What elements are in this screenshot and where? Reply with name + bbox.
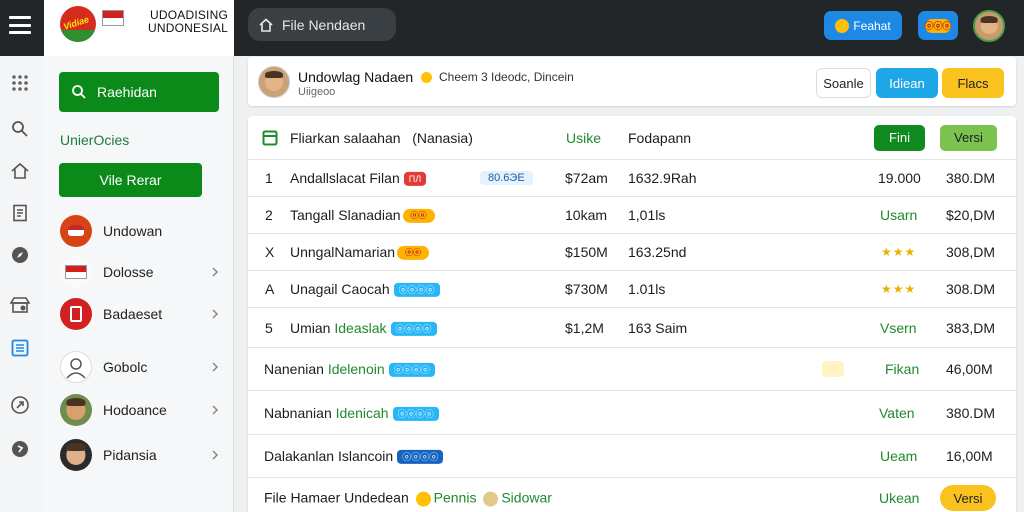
sidebar: Raehidan UnierOcies Vile Rerar Undowan D…	[44, 56, 234, 512]
status-badge: ПЛ	[403, 172, 427, 187]
status-badge: ⓞⓞⓞⓞ	[397, 450, 444, 465]
status-badge: ⓞⓞⓞⓞ	[390, 321, 437, 336]
note-icon	[822, 361, 844, 377]
home-icon	[259, 17, 273, 32]
star-rating-icon: ★★★	[881, 282, 917, 296]
avatar	[60, 394, 92, 426]
table-header-row: Fliarkan salaahan (Nanasia) Usike Fodapa…	[248, 116, 1016, 160]
brand-area: Vidiae UDOADISING UNDONESIAL	[44, 0, 234, 56]
primary-button[interactable]: Idiean	[876, 68, 938, 98]
table-row[interactable]: 5 Umian Ideaslak ⓞⓞⓞⓞ $1,2M 163 Saim Vser…	[248, 308, 1016, 348]
compass-icon[interactable]	[9, 244, 31, 266]
avatar	[60, 439, 92, 471]
secondary-button[interactable]: Flacs	[942, 68, 1004, 98]
page-subtitle: Cheem 3 Ideodc, Dincein	[418, 70, 574, 84]
emoji-badge-icon: ⓞⓞⓞ	[925, 18, 952, 33]
sidebar-item-label: Pidansia	[103, 447, 157, 463]
document-icon[interactable]	[9, 202, 31, 224]
column-header-name: Fliarkan salaahan (Nanasia)	[290, 129, 473, 146]
table-icon	[262, 130, 278, 145]
sidebar-item-pidansia[interactable]: Pidansia	[60, 437, 220, 473]
chevron-right-icon	[212, 362, 219, 372]
sidebar-heading: UnierOcies	[60, 132, 130, 148]
avatar	[60, 351, 92, 383]
status-badge: ⓞⓞⓞⓞ	[393, 283, 440, 298]
column-header-type: Usike	[566, 129, 602, 146]
grid-icon[interactable]	[9, 72, 31, 94]
sidebar-item-label: Gobolc	[103, 359, 148, 375]
sidebar-item-label: Hodoance	[103, 402, 167, 418]
sidebar-item-label: Dolosse	[103, 264, 154, 280]
sidebar-item-hodoance[interactable]: Hodoance	[60, 392, 220, 428]
table-row[interactable]: 2 Tangall Slanadian ⓞⓞ 10kam 1,01ls Usarn…	[248, 197, 1016, 234]
avatar	[60, 298, 92, 330]
profile-header: Undowlag Nadaen Cheem 3 Ideodc, Dincein …	[248, 57, 1016, 106]
status-text: Usarn	[880, 207, 918, 223]
second-button[interactable]: Versi	[940, 124, 997, 151]
icon-rail	[0, 56, 44, 512]
home-icon[interactable]	[9, 160, 31, 182]
user-avatar[interactable]	[973, 10, 1005, 42]
coin-icon	[835, 18, 850, 33]
status-text: Vsern	[880, 319, 917, 336]
sidebar-item-dolosse[interactable]: Dolosse	[60, 254, 220, 290]
sidebar-item-label: Badaeset	[103, 306, 163, 322]
avatar	[60, 215, 92, 247]
info-icon[interactable]	[9, 438, 31, 460]
status-text: Ukean	[879, 490, 920, 506]
emoji-icon: ⓞⓞ	[397, 246, 430, 261]
version-button[interactable]: Versi	[940, 485, 996, 511]
chevron-right-icon	[212, 309, 219, 319]
star-rating-icon: ★★★	[881, 245, 917, 259]
sidebar-item-badaeset[interactable]: Badaeset	[60, 296, 220, 332]
table-row[interactable]: Nabnanian Idenicah ⓞⓞⓞⓞ Vaten 380.DM	[248, 391, 1016, 435]
shop-icon[interactable]	[9, 294, 31, 316]
emoji-icon: ⓞⓞ	[402, 209, 435, 224]
sidebar-item-undowan[interactable]: Undowan	[60, 213, 220, 249]
table-row[interactable]: Dalakanlan Islancoin ⓞⓞⓞⓞ Ueam 16,00M	[248, 435, 1016, 478]
table-row[interactable]: A Unagail Caocah ⓞⓞⓞⓞ $730M 1.01ls ★★★ 30…	[248, 271, 1016, 308]
avatar	[60, 256, 92, 288]
table-row[interactable]: Nanenian Idelenoin ⓞⓞⓞⓞ Fikan 46,00M	[248, 348, 1016, 391]
search-icon	[72, 85, 86, 99]
chevron-right-icon	[212, 405, 219, 415]
search-button[interactable]: Soanle	[816, 68, 871, 98]
avatar[interactable]	[258, 66, 290, 98]
page-meta: Uiigeoo	[298, 86, 336, 98]
data-table: Fliarkan salaahan (Nanasia) Usike Fodapa…	[248, 116, 1016, 512]
share-icon[interactable]	[9, 394, 31, 416]
table-row[interactable]: X UnngalNamarian ⓞⓞ $150M 163.25nd ★★★ 30…	[248, 234, 1016, 271]
view-button[interactable]: Vile Rerar	[59, 163, 202, 197]
brand-logo[interactable]: Vidiae	[60, 6, 96, 42]
chevron-right-icon	[212, 267, 219, 277]
column-header-details: Fodapann	[628, 129, 692, 146]
breadcrumb-text: File Nendaen	[282, 16, 366, 33]
menu-icon[interactable]	[8, 14, 32, 36]
top-bar: Vidiae UDOADISING UNDONESIAL File Nendae…	[0, 0, 1024, 56]
status-text: Fikan	[885, 361, 920, 377]
search-button[interactable]: Raehidan	[59, 72, 219, 112]
emoji-badge-button[interactable]: ⓞⓞⓞ	[918, 11, 958, 40]
sidebar-item-gobolc[interactable]: Gobolc	[60, 349, 220, 385]
smile-icon	[483, 491, 499, 507]
sidebar-item-label: Undowan	[103, 223, 163, 239]
status-badge: ⓞⓞⓞⓞ	[388, 363, 435, 378]
smile-icon	[421, 71, 432, 83]
status-badge: 80.6ЭЕ	[480, 171, 533, 185]
status-badge: ⓞⓞⓞⓞ	[392, 406, 439, 421]
status-text: Vaten	[879, 404, 915, 421]
chevron-right-icon	[212, 450, 219, 460]
page-title: Undowlag Nadaen	[298, 69, 414, 85]
brand-title: UDOADISING UNDONESIAL	[147, 8, 228, 35]
breadcrumb[interactable]: File Nendaen	[248, 8, 396, 41]
status-text: Ueam	[880, 448, 918, 464]
smile-icon	[415, 491, 431, 507]
table-row[interactable]: File Hamaer Undedean Pennis Sidowar Ukea…	[248, 478, 1016, 512]
list-icon[interactable]	[9, 337, 31, 359]
table-row[interactable]: 1 Andallslacat Filan ПЛ 80.6ЭЕ $72am 1632…	[248, 160, 1016, 197]
first-button[interactable]: Fini	[874, 124, 925, 151]
search-icon[interactable]	[9, 118, 31, 140]
featured-button[interactable]: Feahat	[824, 11, 902, 40]
